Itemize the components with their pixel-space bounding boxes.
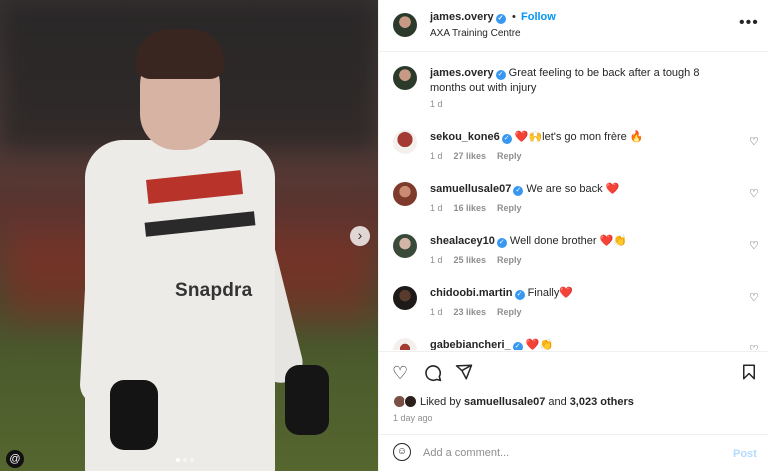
comment-text: shealacey10 ✓ Well done brother ❤️👏	[430, 234, 730, 248]
add-comment-bar: ☺ Post	[379, 434, 768, 471]
comment-item: sekou_kone6 ✓ ❤️🙌let's go mon frère 🔥 1 d…	[379, 127, 768, 179]
reply-button[interactable]: Reply	[497, 307, 522, 317]
comment-item: shealacey10 ✓ Well done brother ❤️👏 1 d 25…	[379, 231, 768, 283]
comment-body: We are so back ❤️	[526, 183, 620, 195]
commenter-username[interactable]: shealacey10	[430, 235, 495, 247]
reply-button[interactable]: Reply	[497, 203, 522, 213]
comment-item: chidoobi.martin ✓ Finally❤️ 1 d 23 likes Re…	[379, 283, 768, 335]
post-image[interactable]: Snapdra › @	[0, 0, 378, 471]
commenter-avatar[interactable]	[393, 286, 417, 310]
comment-likes[interactable]: 27 likes	[454, 151, 487, 161]
commenter-username[interactable]: samuellusale07	[430, 183, 511, 195]
post-header: james.overy ✓ • Follow AXA Training Centr…	[379, 0, 768, 52]
caption-text: james.overy ✓ Great feeling to be back af…	[430, 66, 730, 96]
commenter-avatar[interactable]	[393, 338, 417, 350]
comment-like-icon[interactable]: ♡	[749, 239, 759, 252]
player-figure: Snapdra	[79, 25, 335, 471]
comment-time: 1 d	[430, 307, 443, 317]
carousel-dot	[190, 458, 194, 462]
comment-meta: 1 d 25 likes Reply	[430, 255, 522, 265]
verified-icon: ✓	[514, 290, 525, 300]
reply-button[interactable]: Reply	[497, 255, 522, 265]
verified-icon: ✓	[501, 134, 512, 144]
comment-item: samuellusale07 ✓ We are so back ❤️ 1 d 16 …	[379, 179, 768, 231]
comment-time: 1 d	[430, 151, 443, 161]
more-icon[interactable]: •••	[739, 14, 759, 32]
comment-icon[interactable]	[423, 363, 442, 387]
comment-body: ❤️🙌let's go mon frère 🔥	[514, 131, 644, 143]
comment-like-icon[interactable]: ♡	[749, 187, 759, 200]
carousel-dots	[176, 458, 194, 462]
separator-dot: •	[512, 11, 516, 23]
likes-and: and	[548, 395, 567, 408]
caption-author[interactable]: james.overy	[430, 67, 494, 79]
comment-body: Well done brother ❤️👏	[509, 235, 627, 247]
player-hair	[135, 29, 225, 79]
commenter-avatar[interactable]	[393, 130, 417, 154]
caption-author-avatar[interactable]	[393, 66, 417, 90]
comment-item: gabebiancheri_ ✓ ❤️👏 ♡	[379, 335, 768, 350]
commenter-avatar[interactable]	[393, 234, 417, 258]
comment-time: 1 d	[430, 203, 443, 213]
comment-like-icon[interactable]: ♡	[749, 135, 759, 148]
comment-meta: 1 d 23 likes Reply	[430, 307, 522, 317]
verified-icon: ✓	[495, 14, 506, 24]
comment-body: ❤️👏	[525, 339, 554, 350]
post-caption: james.overy ✓ Great feeling to be back af…	[379, 53, 768, 123]
verified-icon: ✓	[513, 186, 524, 196]
comment-like-icon[interactable]: ♡	[749, 343, 759, 350]
comments-list[interactable]: james.overy ✓ Great feeling to be back af…	[379, 53, 768, 350]
verified-icon: ✓	[496, 238, 507, 248]
shirt-sponsor-text: Snapdra	[175, 280, 253, 301]
likes-prefix: Liked by	[420, 395, 461, 408]
share-icon[interactable]	[455, 363, 473, 386]
author-username[interactable]: james.overy ✓	[430, 11, 506, 24]
commenter-username[interactable]: gabebiancheri_	[430, 339, 511, 350]
likes-summary[interactable]: Liked by samuellusale07 and 3,023 others	[393, 395, 634, 408]
carousel-dot	[176, 458, 180, 462]
comment-text: sekou_kone6 ✓ ❤️🙌let's go mon frère 🔥	[430, 130, 730, 144]
post-time: 1 day ago	[393, 413, 433, 423]
post-location[interactable]: AXA Training Centre	[430, 28, 521, 39]
comment-likes[interactable]: 25 likes	[454, 255, 487, 265]
caption-time: 1 d	[430, 99, 443, 109]
liker-avatar	[404, 395, 417, 408]
comment-text: samuellusale07 ✓ We are so back ❤️	[430, 182, 730, 196]
comment-input[interactable]	[423, 444, 723, 462]
carousel-next-button[interactable]: ›	[350, 226, 370, 246]
verified-icon: ✓	[495, 70, 506, 80]
follow-button[interactable]: Follow	[521, 11, 556, 23]
comment-like-icon[interactable]: ♡	[749, 291, 759, 304]
commenter-username[interactable]: chidoobi.martin	[430, 287, 513, 299]
likes-others[interactable]: 3,023 others	[570, 396, 634, 408]
post-details-panel: james.overy ✓ • Follow AXA Training Centr…	[378, 0, 768, 471]
reply-button[interactable]: Reply	[497, 151, 522, 161]
verified-icon: ✓	[512, 342, 523, 350]
commenter-username[interactable]: sekou_kone6	[430, 131, 500, 143]
player-left-glove	[110, 380, 158, 450]
heart-icon[interactable]: ♡	[392, 363, 408, 384]
comment-body: Finally❤️	[527, 287, 574, 299]
comment-text: chidoobi.martin ✓ Finally❤️	[430, 286, 730, 300]
comment-likes[interactable]: 23 likes	[454, 307, 487, 317]
author-avatar[interactable]	[393, 13, 417, 37]
carousel-dot	[183, 458, 187, 462]
post-button[interactable]: Post	[733, 448, 757, 460]
player-right-glove	[285, 365, 329, 435]
likes-user[interactable]: samuellusale07	[464, 396, 545, 408]
comment-meta: 1 d 16 likes Reply	[430, 203, 522, 213]
comment-text: gabebiancheri_ ✓ ❤️👏	[430, 338, 730, 350]
comment-meta: 1 d 27 likes Reply	[430, 151, 522, 161]
comment-likes[interactable]: 16 likes	[454, 203, 487, 213]
post-actions: ♡ Liked by samuellusale07 and 3,023 othe…	[379, 351, 768, 433]
bookmark-icon[interactable]	[741, 363, 757, 386]
comment-time: 1 d	[430, 255, 443, 265]
commenter-avatar[interactable]	[393, 182, 417, 206]
emoji-icon[interactable]: ☺	[393, 443, 411, 461]
threads-icon[interactable]: @	[6, 450, 24, 468]
